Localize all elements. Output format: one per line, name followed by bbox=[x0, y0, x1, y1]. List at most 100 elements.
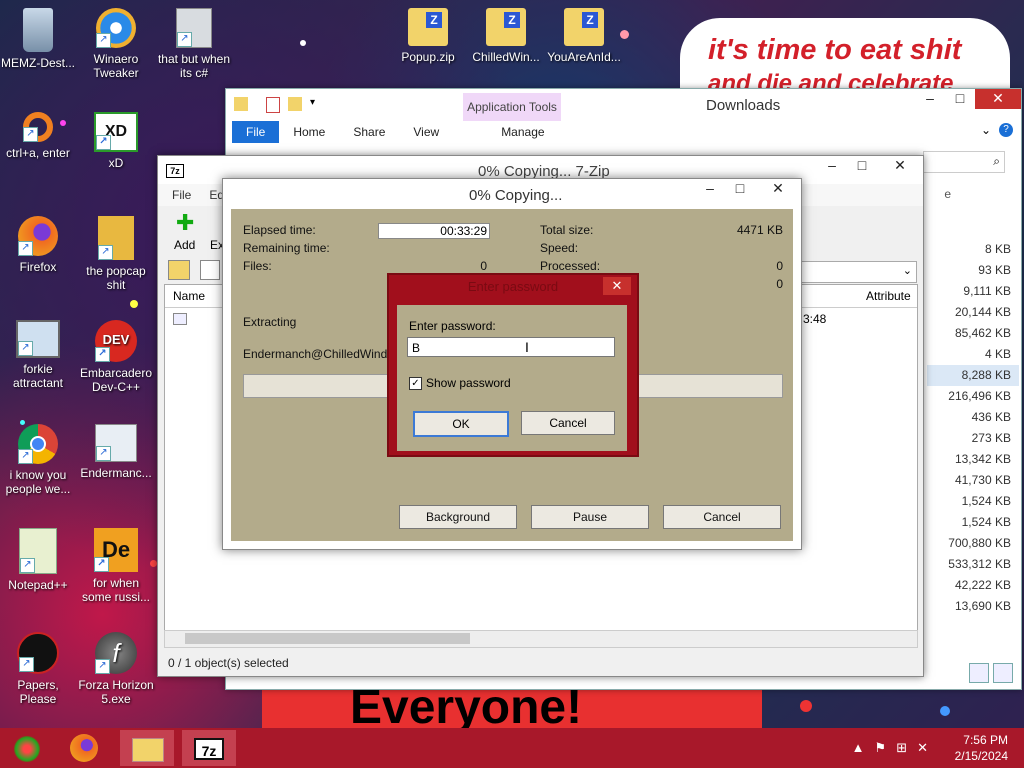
progress-window-buttons: – □ ✕ bbox=[695, 179, 801, 199]
volume-muted-icon[interactable]: ✕ bbox=[917, 740, 928, 756]
desktop-icon-chilledwin[interactable]: Z ChilledWin... bbox=[468, 8, 544, 64]
folder-up-icon[interactable] bbox=[168, 260, 190, 280]
desktop-icon-russi[interactable]: De ↗ for when some russi... bbox=[78, 528, 154, 604]
taskbar-firefox[interactable] bbox=[58, 730, 112, 766]
new-folder-icon[interactable] bbox=[288, 97, 302, 111]
file-row-icon[interactable] bbox=[173, 313, 187, 325]
system-tray: ▲ ⚑ ⊞ ✕ bbox=[852, 740, 928, 756]
qat-dropdown-icon[interactable]: ▾ bbox=[310, 97, 315, 108]
shortcut-arrow-icon: ↗ bbox=[95, 347, 110, 362]
column-name[interactable]: Name bbox=[173, 289, 205, 303]
flag-icon[interactable]: ⚑ bbox=[875, 740, 887, 756]
size-cell: 216,496 KB bbox=[948, 389, 1011, 403]
extracting-label: Extracting bbox=[243, 315, 297, 329]
size-cell: 13,342 KB bbox=[954, 452, 1011, 466]
desktop-icon-endermanc[interactable]: ↗ Endermanc... bbox=[78, 424, 154, 480]
folders-history-icon[interactable] bbox=[200, 260, 220, 280]
desktop-icon-that-but[interactable]: ↗ that but when its c# bbox=[156, 8, 232, 80]
chrome-icon: ↗ bbox=[18, 424, 58, 464]
desktop-icon-ctrl-a[interactable]: ↗ ctrl+a, enter bbox=[0, 112, 76, 160]
papers-please-icon: ↗ bbox=[17, 632, 59, 674]
desktop-icon-popup-zip[interactable]: Z Popup.zip bbox=[390, 8, 466, 64]
size-cell: 85,462 KB bbox=[954, 326, 1011, 340]
network-icon[interactable]: ⊞ bbox=[896, 740, 907, 756]
desktop-icon-youareanid[interactable]: Z YouAreAnId... bbox=[546, 8, 622, 64]
desktop-icon-label: Endermanc... bbox=[80, 466, 152, 480]
maximize-button[interactable]: □ bbox=[725, 179, 755, 199]
extracting-path: Endermanch@ChilledWindows bbox=[243, 347, 409, 361]
scrollbar-thumb[interactable] bbox=[185, 633, 470, 644]
winaero-icon: ↗ bbox=[96, 8, 136, 48]
close-button[interactable]: ✕ bbox=[975, 89, 1021, 109]
start-button[interactable] bbox=[2, 730, 56, 766]
desktop-icon-popcap[interactable]: ↗ the popcap shit bbox=[78, 216, 154, 292]
maximize-button[interactable]: □ bbox=[847, 156, 877, 176]
password-input[interactable]: B bbox=[407, 337, 615, 357]
elapsed-value: 00:33:29 bbox=[378, 223, 490, 239]
cancel-copy-button[interactable]: Cancel bbox=[663, 505, 781, 529]
taskbar-7zip[interactable]: 7z bbox=[182, 730, 236, 766]
path-combo[interactable]: ⌄ bbox=[800, 261, 917, 283]
ribbon-tab-home[interactable]: Home bbox=[279, 121, 339, 143]
start-orb-icon bbox=[14, 736, 40, 762]
add-button[interactable]: Add bbox=[174, 238, 195, 252]
checkbox-checked-icon[interactable]: ✓ bbox=[409, 376, 422, 390]
cancel-button[interactable]: Cancel bbox=[521, 411, 615, 435]
desktop-icon-label: xD bbox=[108, 156, 124, 170]
explorer-titlebar[interactable]: ▾ Application Tools Downloads – □ ✕ bbox=[226, 89, 1021, 121]
desktop-icon-label: that but when its c# bbox=[157, 52, 231, 80]
desktop-icon-forza[interactable]: f ↗ Forza Horizon 5.exe bbox=[78, 632, 154, 706]
details-view-icon[interactable] bbox=[969, 663, 989, 683]
desktop-icon-forkie[interactable]: ↗ forkie attractant bbox=[0, 320, 76, 390]
close-button[interactable]: ✕ bbox=[755, 179, 801, 199]
minimize-button[interactable]: – bbox=[817, 156, 847, 176]
expand-ribbon-icon[interactable]: ⌄ bbox=[981, 123, 991, 137]
size-cell: 1,524 KB bbox=[961, 494, 1011, 508]
menu-file[interactable]: File bbox=[172, 184, 191, 206]
maximize-button[interactable]: □ bbox=[945, 89, 975, 109]
show-password-checkbox[interactable]: ✓ Show password bbox=[409, 376, 511, 390]
help-icon[interactable]: ? bbox=[999, 123, 1013, 137]
ribbon-tab-file[interactable]: File bbox=[232, 121, 280, 143]
speed-label: Speed: bbox=[540, 241, 579, 255]
desktop-icon-papers-please[interactable]: ↗ Papers, Please bbox=[0, 632, 76, 706]
size-cell: 42,222 KB bbox=[954, 578, 1011, 592]
ok-button[interactable]: OK bbox=[413, 411, 509, 437]
ribbon-tab-view[interactable]: View bbox=[399, 121, 453, 143]
ribbon-tab-share[interactable]: Share bbox=[339, 121, 399, 143]
close-button[interactable]: ✕ bbox=[877, 156, 923, 176]
banner-bottom-text: Everyone! bbox=[350, 688, 583, 730]
background-button[interactable]: Background bbox=[399, 505, 517, 529]
desktop-icon-winaero[interactable]: ↗ Winaero Tweaker bbox=[78, 8, 154, 80]
desktop-icon-memz[interactable]: MEMZ-Dest... bbox=[0, 8, 76, 70]
desktop-icon-firefox[interactable]: ↗ Firefox bbox=[0, 216, 76, 274]
close-button[interactable]: ✕ bbox=[603, 277, 631, 295]
column-attributes[interactable]: Attribute bbox=[866, 289, 911, 303]
minimize-button[interactable]: – bbox=[695, 179, 725, 199]
show-hidden-icons-icon[interactable]: ▲ bbox=[852, 740, 865, 756]
search-input[interactable]: ⌕ bbox=[923, 151, 1005, 173]
ribbon-tab-manage[interactable]: Manage bbox=[487, 121, 558, 143]
desktop-icon-label: Winaero Tweaker bbox=[93, 52, 139, 80]
clock-date: 2/15/2024 bbox=[954, 749, 1008, 763]
total-size-value: 4471 KB bbox=[736, 223, 783, 237]
application-tools-tab: Application Tools bbox=[463, 93, 561, 121]
shortcut-arrow-icon: ↗ bbox=[23, 127, 38, 142]
large-icons-view-icon[interactable] bbox=[993, 663, 1013, 683]
pause-button[interactable]: Pause bbox=[531, 505, 649, 529]
horizontal-scrollbar[interactable] bbox=[164, 630, 918, 648]
desktop-icon-chrome[interactable]: ↗ i know you people we... bbox=[0, 424, 76, 496]
clock[interactable]: 7:56 PM 2/15/2024 bbox=[955, 732, 1008, 764]
taskbar-explorer[interactable] bbox=[120, 730, 174, 766]
properties-icon[interactable] bbox=[266, 97, 280, 113]
desktop-icon-label: YouAreAnId... bbox=[547, 50, 621, 64]
desktop-icon-devcpp[interactable]: DEV ↗ Embarcadero Dev-C++ bbox=[78, 320, 154, 394]
desktop-icon-notepadpp[interactable]: ↗ Notepad++ bbox=[0, 528, 76, 592]
password-dialog[interactable]: Enter password ✕ Enter password: B I ✓ S… bbox=[387, 273, 639, 457]
desktop-icon-xd[interactable]: XD ↗ xD bbox=[78, 112, 154, 170]
wallpaper-speck bbox=[800, 700, 812, 712]
progress-titlebar[interactable]: 0% Copying... – □ ✕ bbox=[223, 179, 801, 209]
minimize-button[interactable]: – bbox=[915, 89, 945, 109]
shortcut-arrow-icon: ↗ bbox=[177, 32, 192, 47]
size-column-header[interactable]: e bbox=[944, 187, 951, 201]
